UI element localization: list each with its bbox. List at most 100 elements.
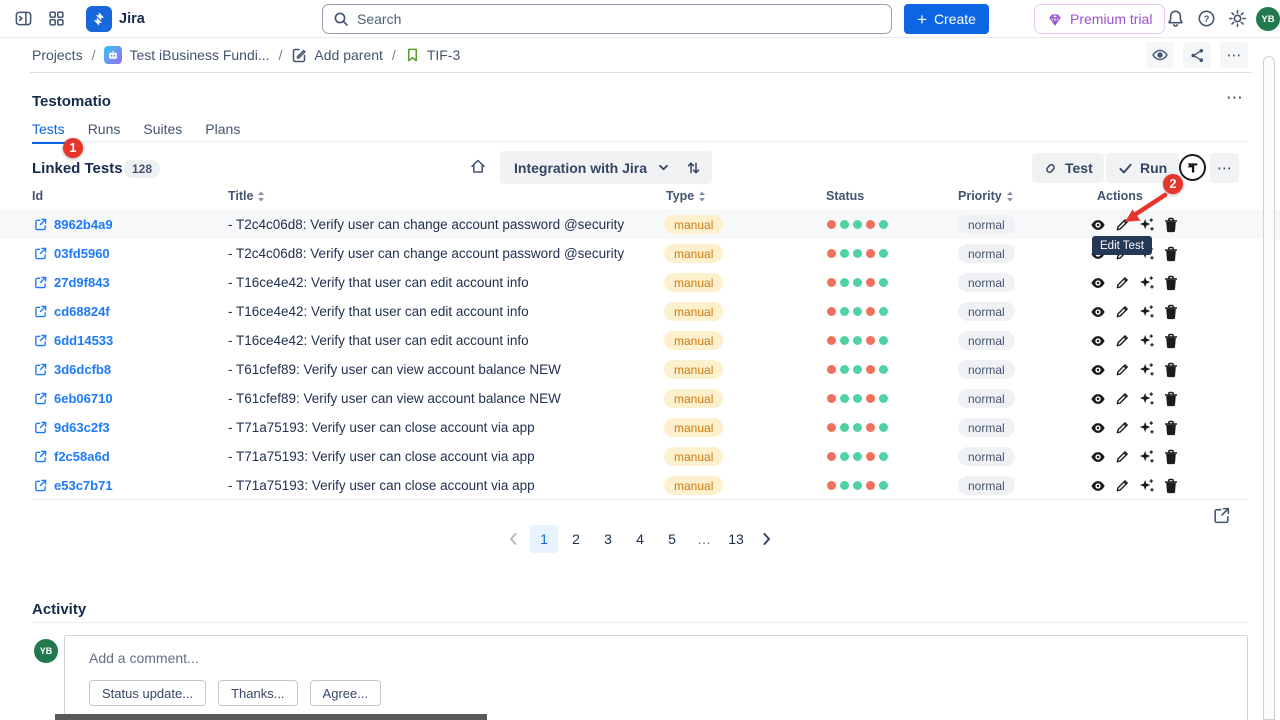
quick-reply-button[interactable]: Agree... xyxy=(310,680,382,706)
link-test-button[interactable]: Test xyxy=(1032,153,1104,183)
eye-icon[interactable] xyxy=(1090,392,1106,406)
app-switcher-icon[interactable] xyxy=(48,10,65,30)
sparkles-icon[interactable] xyxy=(1139,478,1155,494)
edit-pencil-icon[interactable] xyxy=(1115,478,1130,493)
eye-icon[interactable] xyxy=(1090,305,1106,319)
column-header-id[interactable]: Id xyxy=(32,189,43,203)
edit-pencil-icon[interactable] xyxy=(1115,275,1130,290)
column-header-status[interactable]: Status xyxy=(826,189,864,203)
page-3[interactable]: 3 xyxy=(594,525,622,553)
trash-icon[interactable] xyxy=(1164,449,1178,465)
test-id-cell[interactable]: 8962b4a9 xyxy=(34,210,113,239)
eye-icon[interactable] xyxy=(1090,334,1106,348)
sparkles-icon[interactable] xyxy=(1139,391,1155,407)
next-page-icon[interactable] xyxy=(754,525,780,553)
settings-gear-icon[interactable] xyxy=(1228,9,1247,31)
eye-icon[interactable] xyxy=(1090,363,1106,377)
table-row[interactable]: 3d6dcfb8 - T61cfef89: Verify user can vi… xyxy=(0,355,1280,384)
page-5[interactable]: 5 xyxy=(658,525,686,553)
trash-icon[interactable] xyxy=(1164,420,1178,436)
comment-box[interactable]: Add a comment... Status update... Thanks.… xyxy=(64,635,1248,720)
notifications-bell-icon[interactable] xyxy=(1166,9,1185,31)
test-id-cell[interactable]: 9d63c2f3 xyxy=(34,413,110,442)
test-id-cell[interactable]: 3d6dcfb8 xyxy=(34,355,111,384)
table-row[interactable]: f2c58a6d - T71a75193: Verify user can cl… xyxy=(0,442,1280,471)
quick-reply-button[interactable]: Thanks... xyxy=(218,680,297,706)
breadcrumb-projects[interactable]: Projects xyxy=(32,47,83,63)
sparkles-icon[interactable] xyxy=(1139,449,1155,465)
table-row[interactable]: 6dd14533 - T16ce4e42: Verify that user c… xyxy=(0,326,1280,355)
trash-icon[interactable] xyxy=(1164,304,1178,320)
edit-pencil-icon[interactable] xyxy=(1115,333,1130,348)
trash-icon[interactable] xyxy=(1164,478,1178,494)
eye-icon[interactable] xyxy=(1090,276,1106,290)
horizontal-scrollbar-thumb[interactable] xyxy=(55,714,487,720)
test-id-cell[interactable]: 03fd5960 xyxy=(34,239,110,268)
breadcrumb-project[interactable]: Test iBusiness Fundi... xyxy=(104,46,269,64)
help-icon[interactable]: ? xyxy=(1197,9,1216,31)
table-row[interactable]: 27d9f843 - T16ce4e42: Verify that user c… xyxy=(0,268,1280,297)
export-icon[interactable] xyxy=(1212,506,1231,528)
eye-icon[interactable] xyxy=(1090,421,1106,435)
jira-logo-icon[interactable] xyxy=(86,6,112,32)
page-13[interactable]: 13 xyxy=(722,525,750,553)
table-row[interactable]: 6eb06710 - T61cfef89: Verify user can vi… xyxy=(0,384,1280,413)
trash-icon[interactable] xyxy=(1164,246,1178,262)
trash-icon[interactable] xyxy=(1164,333,1178,349)
watch-eye-icon[interactable] xyxy=(1146,42,1174,68)
breadcrumb-issue-key[interactable]: TIF-3 xyxy=(405,47,460,63)
eye-icon[interactable] xyxy=(1090,479,1106,493)
trash-icon[interactable] xyxy=(1164,362,1178,378)
table-row[interactable]: cd68824f - T16ce4e42: Verify that user c… xyxy=(0,297,1280,326)
create-button[interactable]: + Create xyxy=(904,4,989,34)
eye-icon[interactable] xyxy=(1090,450,1106,464)
panel-toolbar-more-icon[interactable]: ⋯ xyxy=(1210,153,1239,183)
sparkles-icon[interactable] xyxy=(1139,304,1155,320)
sparkles-icon[interactable] xyxy=(1139,333,1155,349)
integration-dropdown[interactable]: Integration with Jira xyxy=(500,151,712,184)
column-header-title[interactable]: Title xyxy=(228,189,265,203)
table-row[interactable]: 9d63c2f3 - T71a75193: Verify user can cl… xyxy=(0,413,1280,442)
test-id-cell[interactable]: 6dd14533 xyxy=(34,326,113,355)
sparkles-icon[interactable] xyxy=(1139,275,1155,291)
more-actions-icon[interactable]: ⋯ xyxy=(1220,42,1248,68)
edit-pencil-icon[interactable] xyxy=(1115,449,1130,464)
home-icon[interactable] xyxy=(469,157,487,178)
page-4[interactable]: 4 xyxy=(626,525,654,553)
trash-icon[interactable] xyxy=(1164,275,1178,291)
global-search[interactable] xyxy=(322,4,892,34)
edit-pencil-icon[interactable] xyxy=(1115,420,1130,435)
quick-reply-button[interactable]: Status update... xyxy=(89,680,206,706)
table-row[interactable]: 03fd5960 - T2c4c06d8: Verify user can ch… xyxy=(0,239,1280,268)
test-id-cell[interactable]: 27d9f843 xyxy=(34,268,110,297)
premium-trial-button[interactable]: Premium trial xyxy=(1034,4,1165,34)
table-row[interactable]: e53c7b71 - T71a75193: Verify user can cl… xyxy=(0,471,1280,500)
test-id-cell[interactable]: cd68824f xyxy=(34,297,110,326)
test-id-cell[interactable]: f2c58a6d xyxy=(34,442,110,471)
prev-page-icon[interactable] xyxy=(500,525,526,553)
sparkles-icon[interactable] xyxy=(1139,362,1155,378)
test-id-cell[interactable]: e53c7b71 xyxy=(34,471,113,500)
column-header-type[interactable]: Type xyxy=(666,189,706,203)
edit-pencil-icon[interactable] xyxy=(1115,362,1130,377)
column-header-priority[interactable]: Priority xyxy=(958,189,1014,203)
eye-icon[interactable] xyxy=(1090,218,1106,232)
breadcrumb-add-parent[interactable]: Add parent xyxy=(291,47,383,63)
user-avatar[interactable]: YB xyxy=(1256,7,1280,31)
comment-input[interactable]: Add a comment... xyxy=(89,650,199,666)
sidebar-toggle-icon[interactable] xyxy=(14,9,33,31)
edit-pencil-icon[interactable] xyxy=(1115,391,1130,406)
panel-more-icon[interactable]: ⋯ xyxy=(1226,88,1243,108)
table-row[interactable]: 8962b4a9 - T2c4c06d8: Verify user can ch… xyxy=(0,210,1280,239)
page-2[interactable]: 2 xyxy=(562,525,590,553)
test-id-cell[interactable]: 6eb06710 xyxy=(34,384,113,413)
sparkles-icon[interactable] xyxy=(1139,420,1155,436)
sync-icon[interactable] xyxy=(686,159,701,176)
trash-icon[interactable] xyxy=(1164,391,1178,407)
testomatio-logo-icon[interactable] xyxy=(1179,154,1206,181)
search-input[interactable] xyxy=(357,11,881,27)
vertical-scrollbar[interactable] xyxy=(1263,56,1275,720)
page-1[interactable]: 1 xyxy=(530,525,558,553)
edit-pencil-icon[interactable] xyxy=(1115,304,1130,319)
share-icon[interactable] xyxy=(1183,42,1211,68)
